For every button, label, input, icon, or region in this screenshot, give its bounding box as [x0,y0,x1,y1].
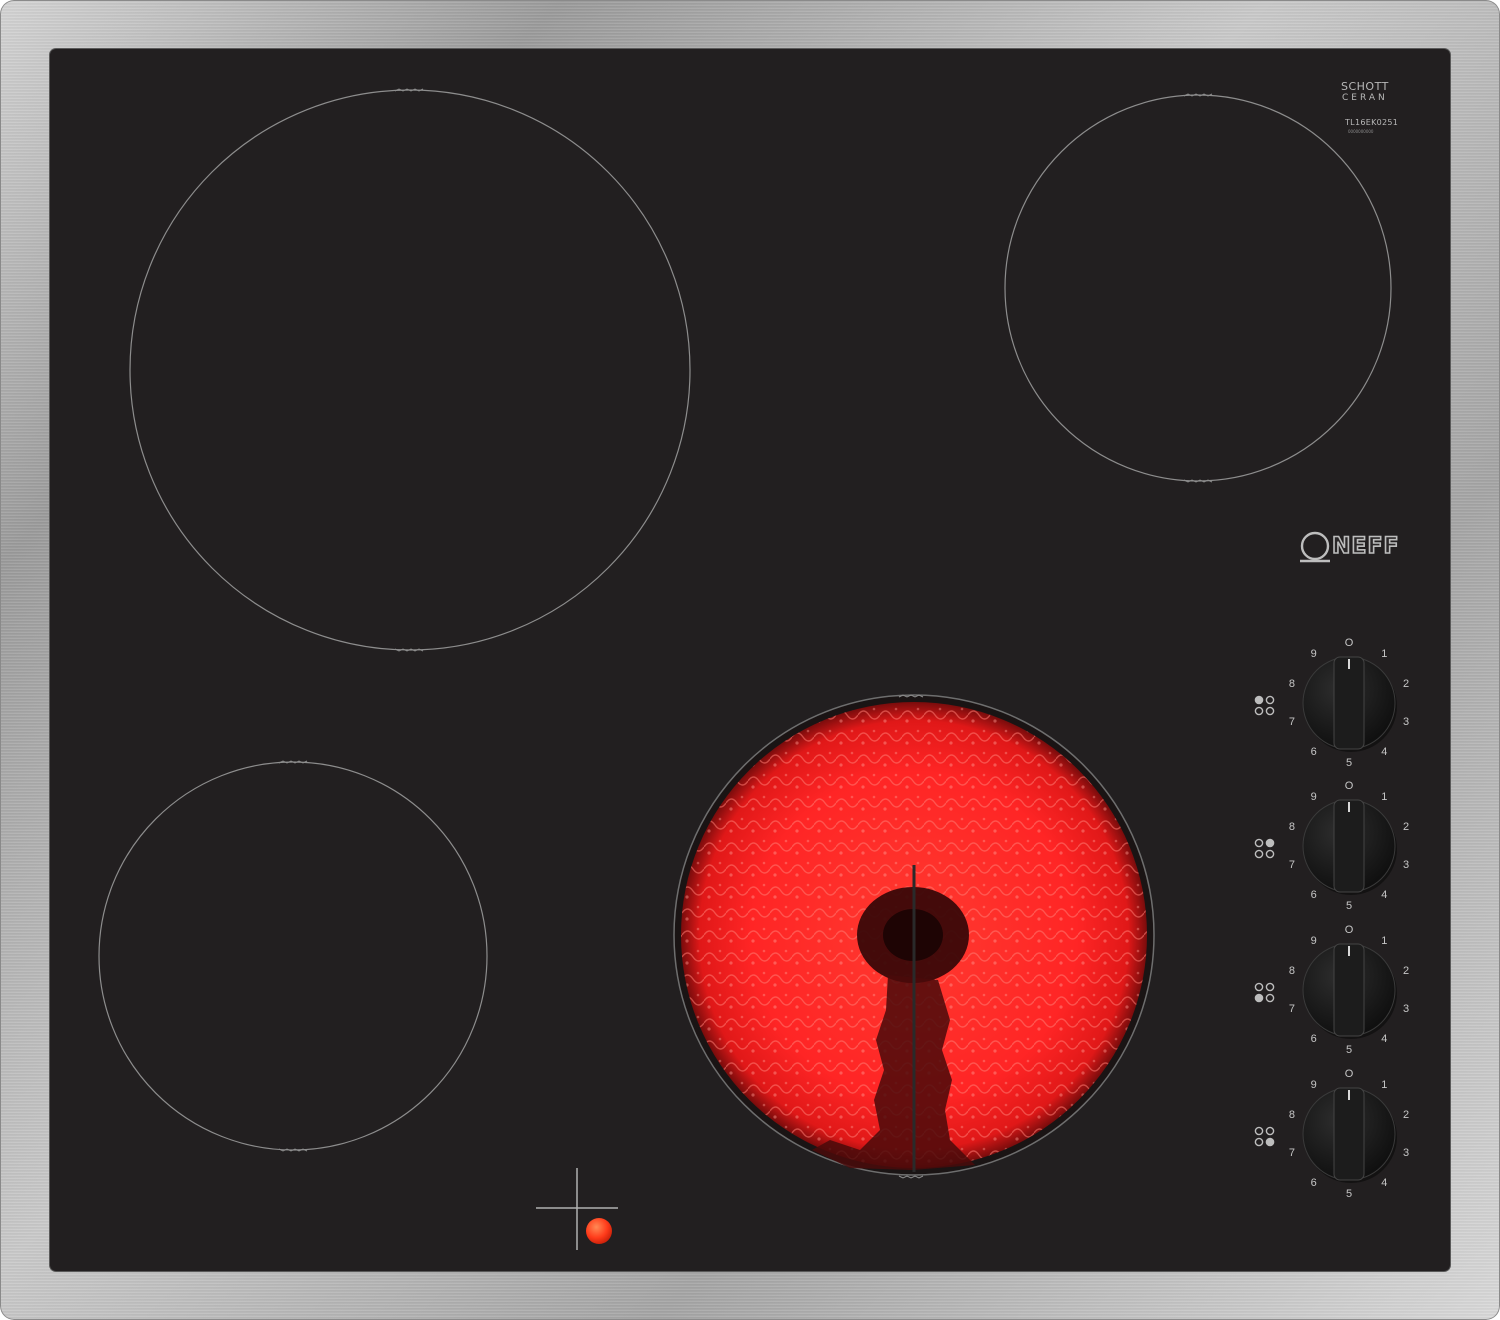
control-knob-rear-right[interactable] [1302,799,1397,895]
dial-label-setting: 3 [1403,1146,1410,1159]
hob-drawing [98,88,1397,1250]
dial-label-setting: 9 [1310,648,1317,661]
residual-heat-indicator-light [586,1218,612,1244]
dial-label-setting: 6 [1310,1176,1317,1189]
dial-label-setting: 7 [1288,715,1295,728]
glass-brand-line1: SCHOTT [1341,80,1389,93]
knob-grip[interactable] [1333,656,1365,750]
dial-label-setting: 5 [1345,900,1353,912]
zone-rear-right [1004,93,1392,483]
zone-front-left [98,760,488,1152]
zone-position-icon-front-right [1254,1126,1275,1147]
dial-label-setting: 5 [1345,757,1353,769]
dial-label-setting: 8 [1288,678,1295,691]
dial-label-setting: 7 [1288,1002,1295,1015]
brand-logo-text: NEFF [1331,533,1400,560]
dial-label-setting: 8 [1288,1109,1295,1122]
zone-rear-left [129,88,691,652]
dial-label-setting: 7 [1288,858,1295,871]
dial-label-setting: 3 [1403,1002,1410,1015]
dial-label-setting: 2 [1403,678,1410,691]
control-knob-front-left[interactable] [1302,943,1397,1039]
dial-label-setting: 9 [1310,935,1317,948]
dial-label-setting: 6 [1310,745,1317,758]
dial-label-off: O [1344,780,1354,792]
dial-label-setting: 7 [1288,1146,1295,1159]
zone-position-icon-front-left [1254,982,1275,1003]
dial-label-setting: 5 [1345,1188,1353,1200]
knob-grip[interactable] [1333,1087,1365,1181]
control-knob-rear-left[interactable] [1302,656,1397,752]
dial-label-setting: 6 [1310,1032,1317,1045]
glass-model-line2: 0000000000 [1348,129,1374,134]
zone-front-right [673,694,1155,1179]
zone-position-icon-rear-left [1254,695,1275,716]
dial-label-setting: 9 [1310,1079,1317,1092]
dial-label-setting: 4 [1381,888,1388,901]
dial-label-setting: 3 [1403,858,1410,871]
dial-label-off: O [1344,924,1354,936]
dial-label-setting: 2 [1403,1109,1410,1122]
zone-position-icon-rear-right [1254,838,1275,859]
dial-label-setting: 9 [1310,791,1317,804]
dial-label-setting: 4 [1381,1176,1388,1189]
dial-label-setting: 2 [1403,821,1410,834]
dial-label-setting: 4 [1381,745,1388,758]
dial-label-off: O [1344,1068,1354,1080]
glass-brand-line2: CERAN [1342,93,1388,103]
dial-label-setting: 2 [1403,965,1410,978]
dial-label-setting: 6 [1310,888,1317,901]
dial-label-setting: 8 [1288,965,1295,978]
glass-model-line1: TL16EK0251 [1345,118,1399,127]
dial-label-setting: 4 [1381,1032,1388,1045]
dial-label-setting: 3 [1403,715,1410,728]
dial-label-setting: 8 [1288,821,1295,834]
dial-label-setting: 1 [1381,1079,1388,1092]
dial-label-setting: 1 [1381,648,1388,661]
dial-label-setting: 5 [1345,1044,1353,1056]
dial-label-setting: 1 [1381,791,1388,804]
dial-label-off: O [1344,637,1354,649]
knob-grip[interactable] [1333,943,1365,1037]
knob-grip[interactable] [1333,799,1365,893]
dial-label-setting: 1 [1381,935,1388,948]
control-knob-front-right[interactable] [1302,1087,1397,1183]
